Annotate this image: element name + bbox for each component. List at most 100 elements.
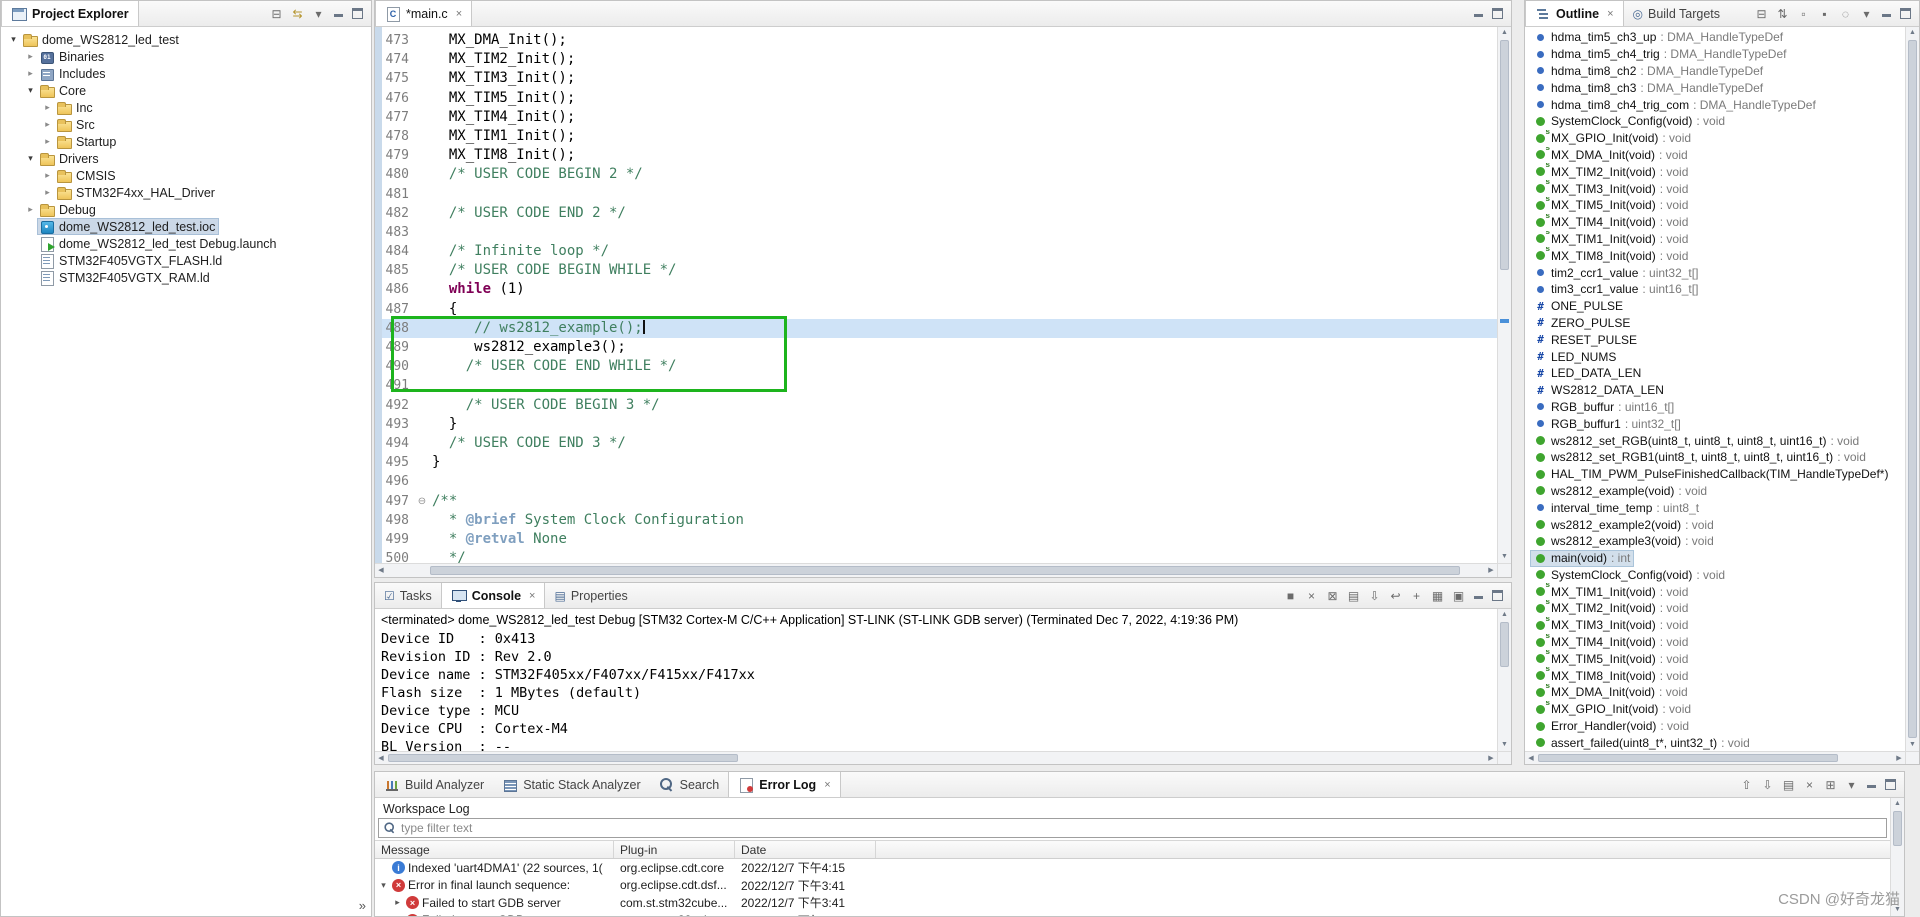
remove-launch-icon[interactable]: × [1305,590,1318,602]
outline-item[interactable]: ws2812_set_RGB1(uint8_t, uint8_t, uint8_… [1525,449,1905,466]
tree-item[interactable]: dome_WS2812_led_test Debug.launch [1,235,371,252]
code-line[interactable]: 485 /* USER CODE BEGIN WHILE */ [375,261,1497,280]
code-line[interactable]: 498 * @brief System Clock Configuration [375,511,1497,530]
outline-item[interactable]: HAL_TIM_PWM_PulseFinishedCallback(TIM_Ha… [1525,466,1905,483]
pin-console-icon[interactable]: + [1410,590,1423,602]
code-line[interactable]: 490 /* USER CODE END WHILE */ [375,357,1497,376]
view-menu-icon[interactable]: ▾ [1860,8,1873,20]
expand-arrow-icon[interactable]: ▸ [24,204,37,215]
clear-log-icon[interactable]: ▤ [1782,779,1795,791]
outline-item[interactable]: sMX_TIM2_Init(void) : void [1525,600,1905,617]
scrollbar-thumb[interactable] [388,754,738,762]
tab-search[interactable]: Search [650,772,729,797]
tree-item[interactable]: ▸Debug [1,201,371,218]
console-horizontal-scrollbar[interactable]: ◀ ▶ [375,751,1497,764]
expand-arrow-icon[interactable]: ▸ [41,187,54,198]
word-wrap-icon[interactable]: ↩ [1389,590,1402,602]
expand-arrow-icon[interactable]: ▸ [41,170,54,181]
column-header-date[interactable]: Date [735,841,876,858]
outline-item[interactable]: sMX_TIM8_Init(void) : void [1525,667,1905,684]
outline-item[interactable]: sMX_TIM3_Init(void) : void [1525,617,1905,634]
scroll-left-icon[interactable]: ◀ [375,564,387,577]
log-row[interactable]: ▸×Failed to start GDB servercom.st.stm32… [375,912,1890,917]
scroll-down-icon[interactable]: ▼ [1906,739,1919,751]
collapse-all-icon[interactable]: ⊟ [1755,8,1768,20]
minimize-icon[interactable] [1473,8,1484,19]
hide-non-public-icon[interactable]: ◌ [1839,8,1852,20]
outline-item[interactable]: sMX_TIM5_Init(void) : void [1525,197,1905,214]
scrollbar-thumb[interactable] [1500,622,1509,667]
outline-vertical-scrollbar[interactable]: ▲ ▼ [1905,27,1919,751]
tab-properties[interactable]: ▤ Properties [545,583,636,608]
outline-item[interactable]: sMX_TIM1_Init(void) : void [1525,231,1905,248]
outline-item[interactable]: main(void) : int [1525,550,1905,567]
code-line[interactable]: 488 // ws2812_example(); [375,319,1497,338]
open-console-icon[interactable]: ▣ [1452,590,1465,602]
outline-item[interactable]: sMX_TIM5_Init(void) : void [1525,650,1905,667]
console-output[interactable]: Device ID : 0x413Revision ID : Rev 2.0De… [381,630,1495,751]
tree-item[interactable]: dome_WS2812_led_test.ioc [1,218,371,235]
outline-item[interactable]: hdma_tim5_ch3_up : DMA_HandleTypeDef [1525,29,1905,46]
hide-static-members-icon[interactable]: ▪ [1818,8,1831,20]
code-area[interactable]: 473 MX_DMA_Init();474 MX_TIM2_Init();475… [375,27,1497,563]
tree-item[interactable]: ▸Inc [1,99,371,116]
tree-item[interactable]: ▾dome_WS2812_led_test [1,31,371,48]
code-line[interactable]: 482 /* USER CODE END 2 */ [375,204,1497,223]
scroll-left-icon[interactable]: ◀ [375,752,387,764]
outline-item[interactable]: Error_Handler(void) : void [1525,718,1905,735]
scroll-right-icon[interactable]: ▶ [1893,752,1905,764]
double-chevron-icon[interactable]: » [359,898,366,913]
code-line[interactable]: 497⊖/** [375,492,1497,511]
scroll-down-icon[interactable]: ▼ [1498,739,1511,751]
close-icon[interactable]: × [456,8,462,20]
code-line[interactable]: 492 /* USER CODE BEGIN 3 */ [375,396,1497,415]
code-line[interactable]: 484 /* Infinite loop */ [375,242,1497,261]
tree-item[interactable]: ▾Core [1,82,371,99]
code-line[interactable]: 476 MX_TIM5_Init(); [375,89,1497,108]
outline-item[interactable]: sMX_DMA_Init(void) : void [1525,147,1905,164]
outline-item[interactable]: interval_time_temp : uint8_t [1525,499,1905,516]
outline-item[interactable]: sMX_TIM8_Init(void) : void [1525,247,1905,264]
outline-item[interactable]: RGB_buffur : uint16_t[] [1525,399,1905,416]
tab-console[interactable]: Console × [441,583,546,608]
column-header-message[interactable]: Message [375,841,614,858]
scroll-right-icon[interactable]: ▶ [1485,564,1497,577]
scroll-up-icon[interactable]: ▲ [1906,27,1919,39]
expand-arrow-icon[interactable]: ▸ [392,915,403,916]
outline-item[interactable]: #LED_NUMS [1525,348,1905,365]
minimize-icon[interactable] [333,8,344,19]
tree-item[interactable]: ▸Src [1,116,371,133]
outline-item[interactable]: tim3_ccr1_value : uint16_t[] [1525,281,1905,298]
column-header-plugin[interactable]: Plug-in [614,841,735,858]
outline-item[interactable]: SystemClock_Config(void) : void [1525,567,1905,584]
minimize-icon[interactable] [1473,590,1484,601]
maximize-icon[interactable] [352,8,363,19]
link-with-editor-icon[interactable]: ⇆ [291,8,304,20]
code-line[interactable]: 477 MX_TIM4_Init(); [375,108,1497,127]
editor-vertical-scrollbar[interactable]: ▲ ▼ [1497,27,1511,563]
scrollbar-thumb[interactable] [1538,754,1838,762]
open-log-icon[interactable]: ⊞ [1824,779,1837,791]
collapse-all-icon[interactable]: ⊟ [270,8,283,20]
code-line[interactable]: 499 * @retval None [375,530,1497,549]
tree-item[interactable]: ▸Includes [1,65,371,82]
outline-item[interactable]: hdma_tim8_ch3 : DMA_HandleTypeDef [1525,79,1905,96]
tree-item[interactable]: STM32F405VGTX_RAM.ld [1,269,371,286]
expand-arrow-icon[interactable]: ▸ [392,897,403,908]
code-line[interactable]: 491 [375,376,1497,395]
outline-item[interactable]: ws2812_example2(void) : void [1525,516,1905,533]
code-line[interactable]: 478 MX_TIM1_Init(); [375,127,1497,146]
tab-main-c[interactable]: *main.c × [375,1,472,26]
expand-arrow-icon[interactable]: ▾ [24,85,37,96]
scroll-lock-icon[interactable]: ⇩ [1368,590,1381,602]
editor-horizontal-scrollbar[interactable]: ◀ ▶ [375,563,1497,577]
tab-project-explorer[interactable]: Project Explorer [1,1,139,26]
outline-item[interactable]: sMX_TIM1_Init(void) : void [1525,583,1905,600]
tab-build-targets[interactable]: ◎ Build Targets [1624,1,1730,26]
expand-arrow-icon[interactable]: ▸ [41,102,54,113]
scrollbar-thumb[interactable] [1500,40,1509,270]
outline-item[interactable]: ws2812_example3(void) : void [1525,533,1905,550]
expand-arrow-icon[interactable]: ▸ [24,51,37,62]
outline-item[interactable]: ws2812_set_RGB(uint8_t, uint8_t, uint8_t… [1525,432,1905,449]
expand-arrow-icon[interactable]: ▸ [41,119,54,130]
